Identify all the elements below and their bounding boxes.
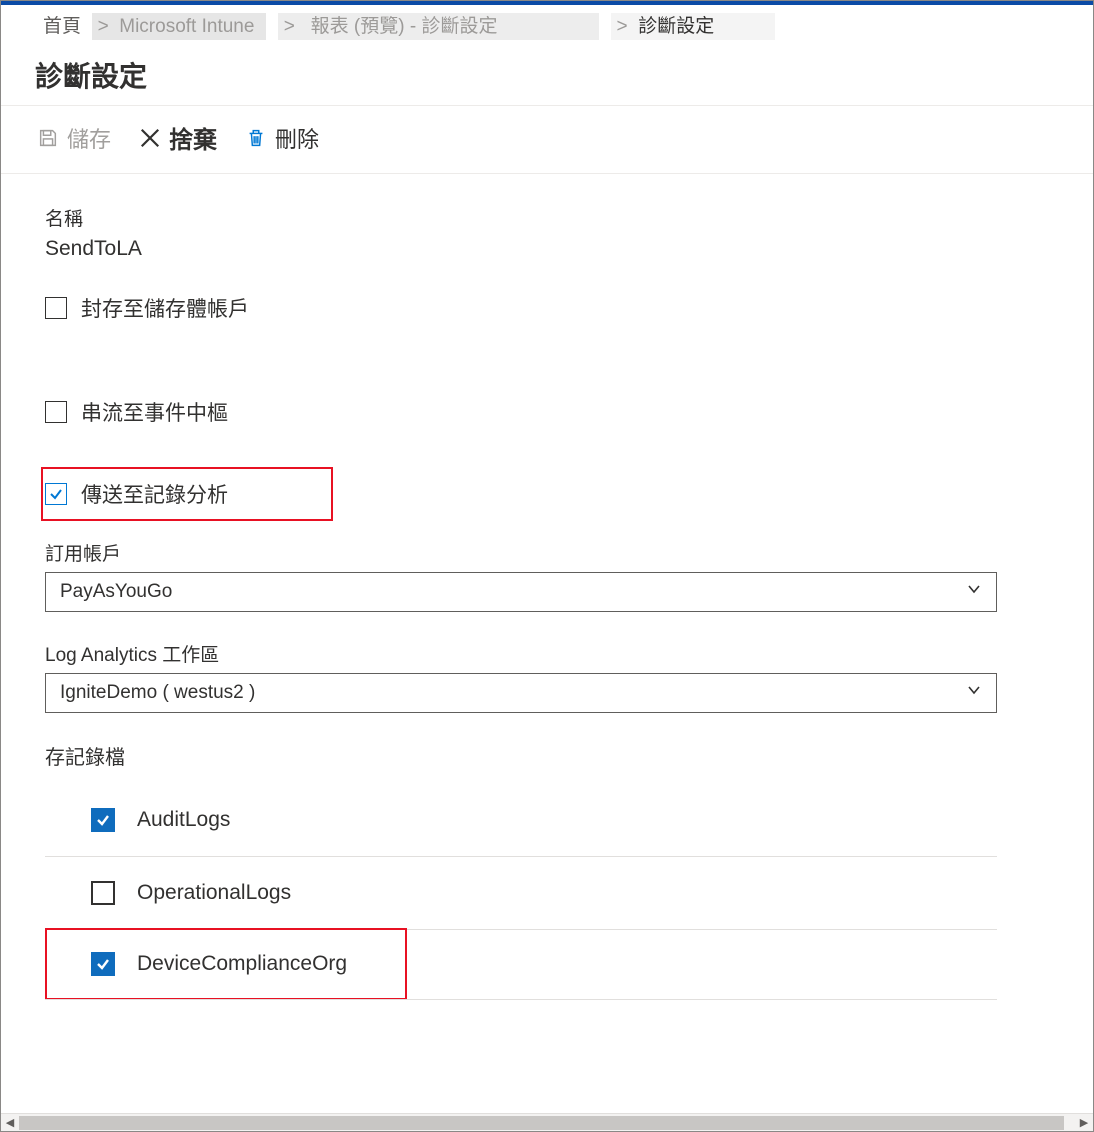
- subscription-select[interactable]: PayAsYouGo: [45, 572, 997, 612]
- discard-icon: [139, 127, 161, 149]
- subscription-value: PayAsYouGo: [60, 581, 966, 603]
- scroll-left-arrow-icon[interactable]: ◀: [1, 1114, 19, 1132]
- breadcrumb-current: 診斷設定: [638, 16, 714, 37]
- log-item-devicecomp[interactable]: DeviceComplianceOrg: [45, 928, 407, 1000]
- horizontal-scrollbar[interactable]: ◀ ▶: [1, 1113, 1093, 1131]
- save-icon: [37, 127, 59, 149]
- breadcrumb-reports[interactable]: 報表 (預覽) - 診斷設定: [311, 16, 498, 37]
- operational-label: OperationalLogs: [137, 881, 291, 905]
- send-la-checkbox-row[interactable]: 傳送至記錄分析: [41, 467, 333, 521]
- form-body: 名稱 SendToLA 封存至儲存體帳戶 串流至事件中樞 傳送至記錄分析 訂用帳…: [1, 174, 1093, 1132]
- delete-label: 刪除: [275, 122, 319, 154]
- chevron-right-icon: >: [98, 16, 109, 37]
- log-header: 存記錄檔: [45, 741, 1057, 770]
- chevron-down-icon: [966, 682, 982, 704]
- log-item-operational[interactable]: OperationalLogs: [45, 857, 997, 930]
- devicecomp-checkbox[interactable]: [91, 952, 115, 976]
- title-row: 診斷設定: [1, 37, 1093, 106]
- devicecomp-label: DeviceComplianceOrg: [137, 952, 347, 976]
- delete-icon: [245, 127, 267, 149]
- log-item-audit[interactable]: AuditLogs: [45, 784, 997, 857]
- workspace-select[interactable]: IgniteDemo ( westus2 ): [45, 673, 997, 713]
- delete-button[interactable]: 刪除: [245, 122, 319, 154]
- workspace-label: Log Analytics 工作區: [45, 640, 1057, 667]
- breadcrumb-intune[interactable]: Microsoft Intune: [119, 16, 254, 37]
- chevron-right-icon: >: [284, 16, 295, 37]
- breadcrumb-home[interactable]: 首頁: [43, 16, 81, 37]
- chevron-right-icon: >: [617, 16, 628, 37]
- page-title: 診斷設定: [35, 55, 1057, 95]
- workspace-value: IgniteDemo ( westus2 ): [60, 682, 966, 704]
- breadcrumb: 首頁 > Microsoft Intune > 報表 (預覽) - 診斷設定 >…: [1, 1, 1093, 37]
- scrollbar-track[interactable]: [19, 1114, 1075, 1132]
- discard-button[interactable]: 捨棄: [139, 120, 217, 155]
- stream-checkbox[interactable]: [45, 401, 67, 423]
- archive-label: 封存至儲存體帳戶: [81, 293, 249, 323]
- toolbar: 儲存 捨棄 刪除: [1, 106, 1093, 174]
- send-la-label: 傳送至記錄分析: [81, 479, 228, 509]
- stream-label: 串流至事件中樞: [81, 397, 228, 427]
- send-la-checkbox[interactable]: [45, 483, 67, 505]
- save-button[interactable]: 儲存: [37, 122, 111, 154]
- subscription-label: 訂用帳戶: [45, 539, 1057, 566]
- chevron-down-icon: [966, 581, 982, 603]
- name-label: 名稱: [45, 204, 1057, 231]
- audit-checkbox[interactable]: [91, 808, 115, 832]
- scroll-right-arrow-icon[interactable]: ▶: [1075, 1114, 1093, 1132]
- archive-checkbox-row[interactable]: 封存至儲存體帳戶: [45, 285, 1057, 331]
- operational-checkbox[interactable]: [91, 881, 115, 905]
- name-value: SendToLA: [45, 237, 1057, 261]
- stream-checkbox-row[interactable]: 串流至事件中樞: [45, 389, 1057, 435]
- discard-label: 捨棄: [169, 120, 217, 155]
- close-button[interactable]: [1057, 57, 1069, 93]
- audit-label: AuditLogs: [137, 808, 230, 832]
- scrollbar-thumb[interactable]: [19, 1116, 1064, 1130]
- save-label: 儲存: [67, 122, 111, 154]
- archive-checkbox[interactable]: [45, 297, 67, 319]
- log-list: AuditLogs OperationalLogs DeviceComplian…: [45, 784, 997, 1000]
